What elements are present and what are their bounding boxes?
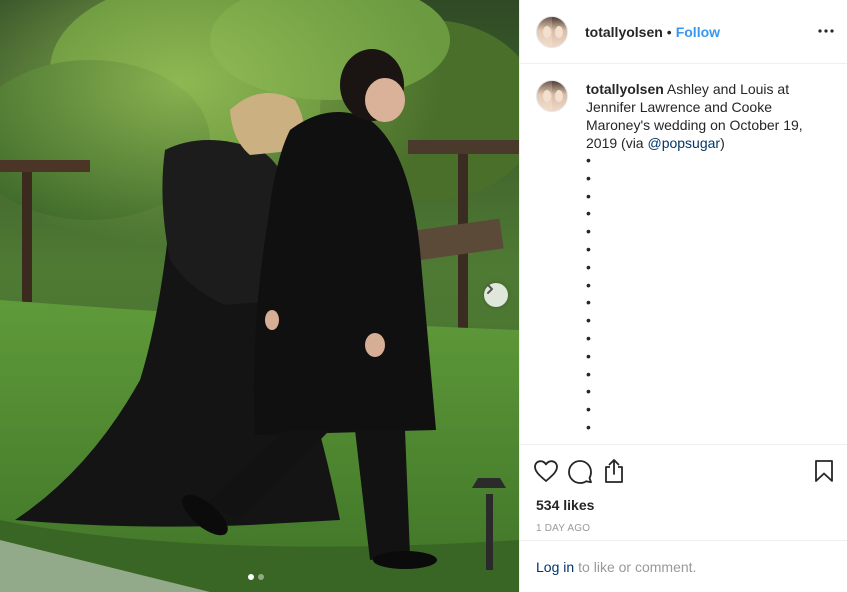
bookmark-icon	[815, 460, 833, 482]
comment-icon	[568, 460, 592, 484]
caption-bullet: •	[586, 347, 591, 364]
save-button[interactable]	[810, 457, 838, 485]
post-details-panel: totallyolsen • Follow totallyolsen Ashle…	[519, 0, 847, 592]
post-photo[interactable]	[0, 0, 519, 592]
likes-count[interactable]: 534 likes	[536, 497, 832, 513]
caption-username[interactable]: totallyolsen	[586, 81, 664, 97]
post-timestamp[interactable]: 1 DAY AGO	[536, 523, 832, 534]
carousel-dot	[258, 574, 264, 580]
caption-bullet: •	[586, 223, 591, 240]
caption-bullet: •	[586, 383, 591, 400]
caption-bullets: • • • • • • • • • • • • • • • •	[586, 152, 831, 437]
more-options-icon	[818, 29, 834, 33]
share-button[interactable]	[600, 457, 628, 485]
caption-bullet: •	[586, 205, 591, 222]
caption-mention[interactable]: @popsugar	[647, 135, 720, 151]
post-header: totallyolsen • Follow	[520, 0, 847, 64]
caption-bullet: •	[586, 401, 591, 418]
caption-bullet: •	[586, 187, 591, 204]
caption-row: totallyolsen Ashley and Louis at Jennife…	[536, 80, 831, 152]
caption-text: totallyolsen Ashley and Louis at Jennife…	[586, 80, 826, 152]
caption-bullet: •	[586, 240, 591, 257]
more-options-button[interactable]	[815, 20, 837, 42]
follow-button[interactable]: Follow	[676, 24, 720, 40]
caption-area: totallyolsen Ashley and Louis at Jennife…	[520, 64, 847, 444]
heart-icon	[534, 460, 558, 482]
carousel-next-button[interactable]	[484, 283, 508, 307]
chevron-right-icon	[487, 284, 493, 294]
caption-bullet: •	[586, 169, 591, 186]
caption-close-paren: )	[720, 135, 725, 151]
caption-bullet: •	[586, 276, 591, 293]
like-button[interactable]	[532, 457, 560, 485]
author-username[interactable]: totallyolsen	[585, 24, 663, 40]
carousel-dot-active	[248, 574, 254, 580]
login-link[interactable]: Log in	[536, 559, 574, 575]
caption-bullet: •	[586, 152, 591, 168]
author-avatar[interactable]	[536, 15, 568, 48]
action-icons-row	[534, 457, 833, 485]
caption-bullet: •	[586, 418, 591, 435]
caption-bullet: •	[586, 329, 591, 346]
caption-bullet: •	[586, 312, 591, 329]
login-prompt: Log in to like or comment.	[520, 540, 847, 592]
photo-illustration	[0, 0, 519, 592]
login-prompt-text: to like or comment.	[578, 558, 697, 575]
post-actions: 534 likes 1 DAY AGO	[520, 444, 847, 534]
caption-avatar[interactable]	[536, 80, 568, 112]
caption-bullet: •	[586, 294, 591, 311]
header-separator: •	[666, 23, 672, 40]
share-icon	[605, 459, 623, 483]
caption-bullet: •	[586, 365, 591, 382]
caption-bullet: •	[586, 258, 591, 275]
comment-button[interactable]	[566, 457, 594, 485]
carousel-indicator	[248, 574, 264, 580]
